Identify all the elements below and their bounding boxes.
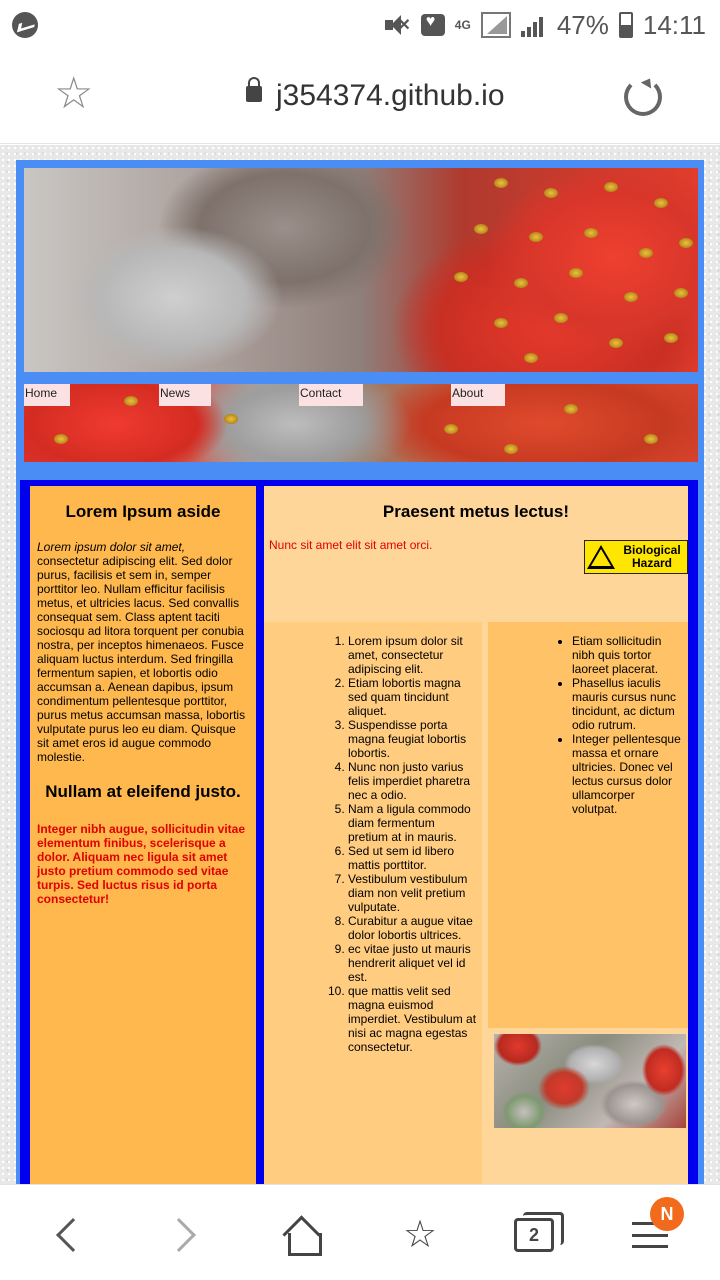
status-icons: ✕ 4G 47% 14:11 — [384, 8, 706, 42]
forward-icon — [162, 1218, 196, 1252]
health-icon — [420, 13, 445, 36]
biohazard-icon — [585, 541, 617, 573]
messenger-icon — [12, 12, 38, 38]
signal-icon — [480, 12, 511, 38]
main-note: Nunc sit amet elit sit amet orci. — [269, 538, 433, 552]
biohazard-label-2: Hazard — [631, 556, 672, 570]
back-icon — [56, 1218, 90, 1252]
bullet-list: Etiam sollicitudin nibh quis tortor laor… — [572, 634, 682, 816]
status-bar: ✕ 4G 47% 14:11 — [0, 0, 720, 50]
header-banner-image — [24, 168, 698, 372]
aside-paragraph: Lorem ipsum dolor sit amet, consectetur … — [30, 540, 256, 764]
list-item: Lorem ipsum dolor sit amet, consectetur … — [348, 634, 478, 676]
nav-about[interactable]: About — [451, 384, 505, 406]
nav-news[interactable]: News — [159, 384, 211, 406]
battery-percent: 47% — [556, 9, 609, 40]
back-button[interactable] — [38, 1205, 98, 1265]
clock: 14:11 — [642, 9, 706, 40]
tabs-button[interactable]: 2 — [504, 1205, 564, 1265]
bookmarks-icon: ☆ — [402, 1214, 438, 1256]
list-item: Sed ut sem id libero mattis porttitor. — [348, 844, 478, 872]
cell-signal-icon — [520, 13, 547, 37]
notification-badge[interactable]: N — [650, 1197, 684, 1231]
main-heading: Praesent metus lectus! — [382, 502, 570, 521]
tabs-icon: 2 — [514, 1212, 564, 1252]
network-type: 4G — [454, 18, 471, 32]
address-bar: ☆ j354374.github.io — [0, 50, 720, 144]
list-item: Curabitur a augue vitae dolor lobortis u… — [348, 914, 478, 942]
list-item: Phasellus iaculis mauris cursus nunc tin… — [572, 676, 682, 732]
biohazard-sign: Biological Hazard — [584, 540, 688, 574]
moldy-strawberries-image — [494, 1034, 686, 1128]
nav-home[interactable]: Home — [24, 384, 70, 406]
list-item: Suspendisse porta magna feugiat lobortis… — [348, 718, 478, 760]
main-column: Praesent metus lectus! Nunc sit amet eli… — [264, 486, 688, 1185]
url-text[interactable]: j354374.github.io — [276, 78, 505, 114]
ordered-list: Lorem ipsum dolor sit amet, consectetur … — [348, 634, 478, 1054]
nav-contact[interactable]: Contact — [299, 384, 363, 406]
ordered-list-panel: Lorem ipsum dolor sit amet, consectetur … — [264, 622, 482, 1185]
aside-red-text: Integer nibh augue, sollicitudin vitae e… — [37, 822, 246, 906]
list-item: Integer pellentesque massa et ornare ult… — [572, 732, 682, 816]
list-item: Vestibulum vestibulum diam non velit pre… — [348, 872, 478, 914]
content-area: Lorem Ipsum aside Lorem ipsum dolor sit … — [20, 480, 698, 1185]
battery-icon — [618, 12, 633, 38]
aside-intro: Lorem ipsum dolor sit amet, — [37, 540, 186, 554]
list-item: Etiam lobortis magna sed quam tincidunt … — [348, 676, 478, 718]
nav-bar: Home News Contact About — [24, 384, 698, 462]
lock-icon — [246, 77, 262, 102]
reload-icon[interactable] — [624, 78, 662, 116]
home-icon — [284, 1217, 322, 1256]
list-item: Etiam sollicitudin nibh quis tortor laor… — [572, 634, 682, 676]
bullet-list-panel: Etiam sollicitudin nibh quis tortor laor… — [488, 622, 688, 1028]
forward-button[interactable] — [154, 1205, 214, 1265]
bookmarks-button[interactable]: ☆ — [390, 1205, 450, 1265]
image-panel — [488, 1028, 688, 1185]
list-item: que mattis velit sed magna euismod imper… — [348, 984, 478, 1054]
list-item: Nunc non justo varius felis imperdiet ph… — [348, 760, 478, 802]
home-button[interactable] — [272, 1205, 332, 1265]
bookmark-star-icon[interactable]: ☆ — [54, 72, 93, 116]
page-viewport: Home News Contact About Lorem Ipsum asid… — [0, 145, 720, 1185]
browser-toolbar: ☆ 2 — [0, 1184, 720, 1280]
aside-heading: Lorem Ipsum aside — [65, 502, 221, 521]
list-item: ec vitae justo ut mauris hendrerit aliqu… — [348, 942, 478, 984]
list-item: Nam a ligula commodo diam fermentum pret… — [348, 802, 478, 844]
aside-column: Lorem Ipsum aside Lorem ipsum dolor sit … — [30, 486, 256, 1185]
page-container: Home News Contact About Lorem Ipsum asid… — [16, 160, 704, 1185]
aside-heading-2: Nullam at eleifend justo. — [45, 782, 241, 801]
aside-body: consectetur adipiscing elit. Sed dolor p… — [37, 554, 246, 764]
mute-icon: ✕ — [384, 14, 411, 36]
